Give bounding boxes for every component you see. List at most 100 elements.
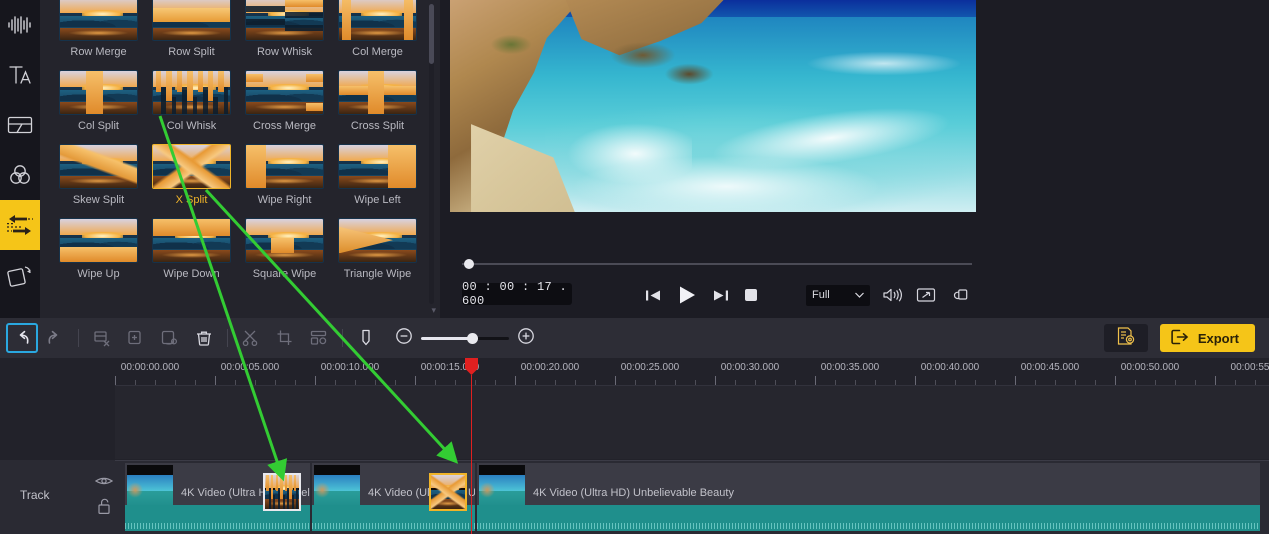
transition-label: Cross Merge: [253, 120, 316, 132]
timeline-empty-lane[interactable]: [115, 386, 1269, 459]
preview-video[interactable]: [450, 0, 976, 212]
duplicate-button[interactable]: [153, 323, 187, 353]
sidebar-item-audio[interactable]: [0, 0, 40, 50]
delete-button[interactable]: [187, 323, 221, 353]
transition-thumbnail-cross-merge[interactable]: [245, 70, 324, 115]
left-icon-rail: [0, 0, 40, 318]
previous-frame-button[interactable]: [645, 288, 662, 303]
transition-thumbnail-triangle-wipe[interactable]: [338, 218, 417, 263]
transition-item-row-merge[interactable]: Row Merge: [52, 0, 145, 58]
ruler-tick-minor: [155, 380, 156, 385]
render-preview-button[interactable]: [1103, 324, 1148, 352]
ruler-tick-minor: [175, 380, 176, 385]
sidebar-item-transitions[interactable]: [0, 200, 40, 250]
chevron-down-icon[interactable]: ▾: [431, 305, 436, 316]
transition-item-wipe-left[interactable]: Wipe Left: [331, 140, 424, 206]
ruler-tick-minor: [855, 380, 856, 385]
transition-item-cross-split[interactable]: Cross Split: [331, 66, 424, 132]
crop-button[interactable]: [268, 323, 302, 353]
transition-thumbnail-x-split[interactable]: [152, 144, 231, 189]
transition-thumbnail-skew-split[interactable]: [59, 144, 138, 189]
quality-select[interactable]: Full: [806, 284, 870, 306]
transition-thumbnail-wipe-down[interactable]: [152, 218, 231, 263]
ruler-tick-minor: [655, 380, 656, 385]
export-icon: [1170, 328, 1190, 349]
transition-thumbnail-wipe-up[interactable]: [59, 218, 138, 263]
transition-thumbnail-row-merge[interactable]: [59, 0, 138, 41]
transition-item-skew-split[interactable]: Skew Split: [52, 140, 145, 206]
clip-audio-waveform: [477, 505, 1260, 531]
playback-progress-slider[interactable]: [452, 259, 972, 269]
ruler-tick-label: 00:00:35.000: [820, 362, 880, 373]
timeline-ruler[interactable]: 00:00:00.000 00:00:05.000 00:00:10.000 00:0…: [115, 358, 1269, 386]
transition-item-col-merge[interactable]: Col Merge: [331, 0, 424, 58]
ruler-tick-minor: [395, 380, 396, 385]
stop-button[interactable]: [743, 287, 759, 303]
pip-button[interactable]: [302, 323, 336, 353]
timeline-transition-col-whisk[interactable]: [263, 473, 301, 511]
transition-item-cross-merge[interactable]: Cross Merge: [238, 66, 331, 132]
play-button[interactable]: [676, 284, 698, 306]
volume-icon[interactable]: [882, 287, 904, 303]
ruler-tick-minor: [1235, 380, 1236, 385]
transition-label: Wipe Up: [77, 268, 120, 280]
ruler-tick-minor: [575, 380, 576, 385]
transition-thumbnail-cross-split[interactable]: [338, 70, 417, 115]
transition-thumbnail-square-wipe[interactable]: [245, 218, 324, 263]
playhead-line[interactable]: [471, 375, 472, 534]
split-button[interactable]: [234, 323, 268, 353]
transition-thumbnail-row-whisk[interactable]: [245, 0, 324, 41]
timeline-clip[interactable]: 4K Video (Ultra HD) Unbelievable Beauty: [477, 463, 1260, 531]
transition-thumbnail-wipe-left[interactable]: [338, 144, 417, 189]
transition-label: Square Wipe: [252, 268, 317, 280]
transition-item-wipe-right[interactable]: Wipe Right: [238, 140, 331, 206]
transition-item-wipe-up[interactable]: Wipe Up: [52, 214, 145, 280]
sidebar-item-elements[interactable]: [0, 250, 40, 300]
transition-item-triangle-wipe[interactable]: Triangle Wipe: [331, 214, 424, 280]
transition-item-row-split[interactable]: Row Split: [145, 0, 238, 58]
ruler-tick-minor: [195, 380, 196, 385]
timeline-video-track[interactable]: 4K Video (Ultra HD) Unbelievable Beauty4…: [115, 460, 1269, 534]
transition-item-square-wipe[interactable]: Square Wipe: [238, 214, 331, 280]
zoom-in-button[interactable]: [517, 327, 535, 350]
copy-button[interactable]: [119, 323, 153, 353]
remove-effect-button[interactable]: [85, 323, 119, 353]
transition-item-x-split[interactable]: X Split: [145, 140, 238, 206]
undo-button[interactable]: [6, 323, 38, 353]
transitions-scrollbar[interactable]: [429, 4, 434, 304]
transition-thumbnail-row-split[interactable]: [152, 0, 231, 41]
preview-panel: 00 : 00 : 17 . 600 Full: [440, 0, 986, 318]
transition-item-col-split[interactable]: Col Split: [52, 66, 145, 132]
ruler-tick-minor: [1175, 380, 1176, 385]
ruler-tick-minor: [1095, 380, 1096, 385]
ruler-tick-minor: [275, 380, 276, 385]
fullscreen-icon[interactable]: [916, 287, 936, 303]
zoom-slider[interactable]: [421, 332, 509, 344]
progress-knob[interactable]: [464, 259, 474, 269]
transition-item-col-whisk[interactable]: Col Whisk: [145, 66, 238, 132]
ruler-tick-major: [915, 376, 916, 385]
unlock-icon[interactable]: [96, 497, 112, 520]
ruler-tick-minor: [495, 380, 496, 385]
transition-thumbnail-col-merge[interactable]: [338, 0, 417, 41]
sidebar-item-filters[interactable]: [0, 150, 40, 200]
transition-item-row-whisk[interactable]: Row Whisk: [238, 0, 331, 58]
zoom-out-button[interactable]: [395, 327, 413, 350]
next-frame-button[interactable]: [712, 288, 729, 303]
ruler-tick-minor: [1155, 380, 1156, 385]
zoom-slider-knob[interactable]: [467, 332, 478, 344]
transition-thumbnail-col-whisk[interactable]: [152, 70, 231, 115]
marker-button[interactable]: [349, 323, 383, 353]
transition-thumbnail-wipe-right[interactable]: [245, 144, 324, 189]
export-button[interactable]: Export: [1159, 324, 1255, 352]
eye-icon[interactable]: [94, 474, 114, 492]
ruler-tick-minor: [1035, 380, 1036, 385]
sidebar-item-split-screen[interactable]: [0, 100, 40, 150]
ruler-tick-major: [415, 376, 416, 385]
snapshot-icon[interactable]: [948, 287, 968, 303]
transition-item-wipe-down[interactable]: Wipe Down: [145, 214, 238, 280]
sidebar-item-titles[interactable]: [0, 50, 40, 100]
timeline-transition-x-split[interactable]: [429, 473, 467, 511]
transition-thumbnail-col-split[interactable]: [59, 70, 138, 115]
redo-button[interactable]: [38, 323, 72, 353]
